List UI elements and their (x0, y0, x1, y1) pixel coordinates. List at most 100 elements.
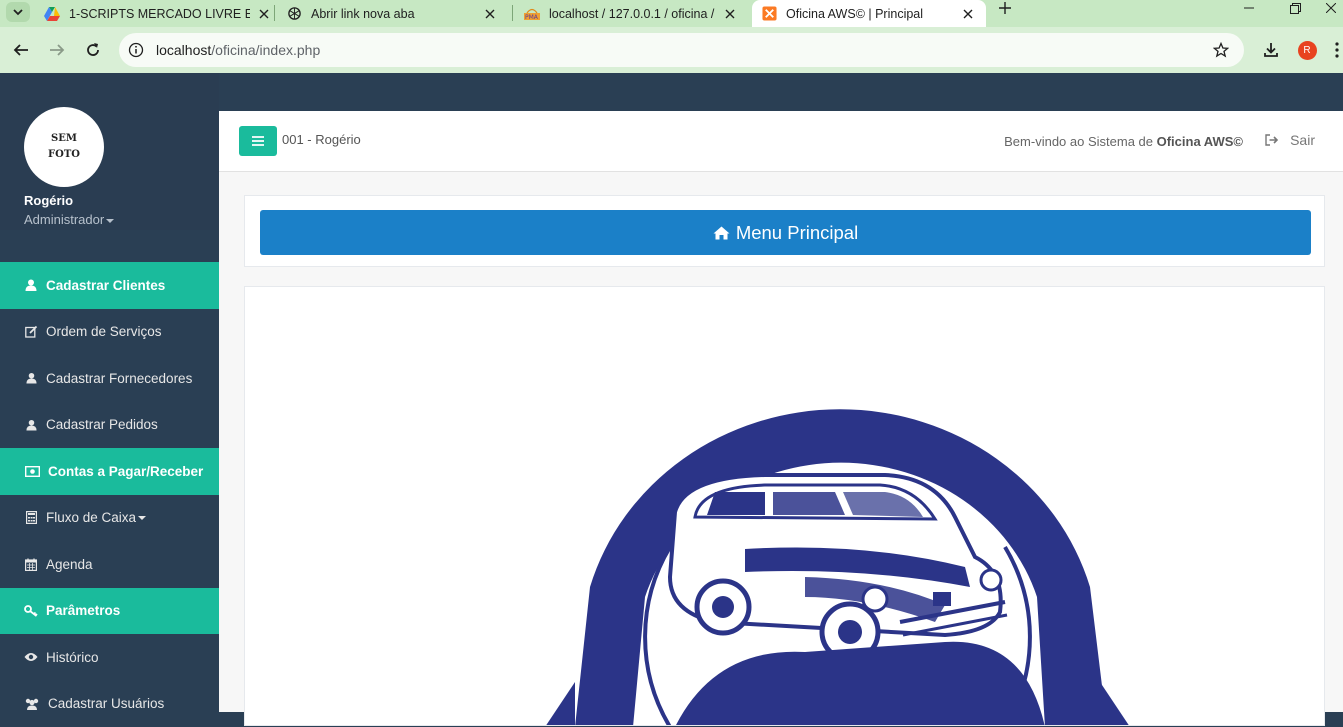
tab-separator (274, 5, 275, 21)
sidebar-item-agenda[interactable]: Agenda (0, 541, 219, 588)
mechanical-workshop-logo: MECHANICAL WORKSHOP (245, 287, 1325, 726)
money-icon (24, 464, 40, 478)
url-path: /oficina/index.php (211, 42, 320, 58)
welcome-text: Bem-vindo ao Sistema de Oficina AWS© (1004, 134, 1243, 149)
bookmark-star-icon[interactable] (1211, 40, 1231, 60)
tab-separator (512, 5, 513, 21)
eye-icon (24, 650, 38, 664)
calculator-icon (24, 511, 38, 525)
browser-tab-1[interactable]: 1-SCRIPTS MERCADO LIVRE EN (44, 0, 272, 27)
avatar: R (1298, 41, 1317, 60)
close-window-button[interactable] (1318, 0, 1343, 16)
address-bar[interactable]: localhost/oficina/index.php (119, 33, 1244, 67)
restore-icon (1290, 3, 1301, 14)
site-info-icon[interactable] (125, 39, 147, 61)
tab-search-button[interactable] (6, 2, 30, 22)
download-icon (1263, 42, 1279, 58)
browser-tab-2[interactable]: Abrir link nova aba (286, 0, 498, 27)
sidebar-item-parametros[interactable]: Parâmetros (0, 588, 219, 635)
profile-name: Rogério (24, 193, 73, 208)
app-container: SEM FOTO Rogério Administrador Cadastrar … (0, 73, 1343, 712)
profile-role: Administrador (24, 212, 104, 227)
profile-button[interactable]: R (1296, 39, 1318, 61)
caret-down-icon (138, 516, 146, 520)
sidebar-item-label: Agenda (46, 557, 93, 572)
url-text[interactable]: localhost/oficina/index.php (156, 42, 320, 58)
sidebar-item-label: Cadastrar Pedidos (46, 417, 158, 432)
forward-button[interactable] (46, 39, 68, 61)
avatar-text-line1: SEM (51, 133, 77, 144)
sidebar-item-label: Cadastrar Clientes (46, 278, 165, 293)
key-icon (24, 604, 38, 618)
sidebar-profile: SEM FOTO Rogério Administrador (0, 73, 219, 230)
sidebar-item-ordem-de-servicos[interactable]: Ordem de Serviços (0, 309, 219, 356)
caret-down-icon (106, 219, 114, 223)
avatar-text-line2: FOTO (48, 149, 80, 160)
menu-toggle-button[interactable] (239, 126, 277, 156)
sidebar-item-label: Ordem de Serviços (46, 324, 162, 339)
reload-icon (85, 42, 101, 58)
browser-tab-active[interactable]: Oficina AWS© | Principal (752, 0, 986, 27)
avatar: SEM FOTO (24, 107, 104, 187)
sidebar-item-cadastrar-clientes[interactable]: Cadastrar Clientes (0, 262, 219, 309)
user-code: 001 - Rogério (282, 132, 361, 147)
close-icon[interactable] (960, 6, 976, 22)
back-button[interactable] (10, 39, 32, 61)
edit-icon (24, 325, 38, 339)
arrow-left-icon (13, 42, 29, 58)
new-tab-button[interactable] (995, 0, 1015, 16)
logo-panel: MECHANICAL WORKSHOP (244, 286, 1325, 726)
logout-link[interactable]: Sair (1264, 132, 1315, 148)
users-icon (24, 697, 40, 711)
arrow-right-icon (49, 42, 65, 58)
sidebar-item-contas-a-pagar-receber[interactable]: Contas a Pagar/Receber (0, 448, 219, 495)
browser-toolbar: localhost/oficina/index.php R (0, 27, 1343, 73)
top-navbar: 001 - Rogério Bem-vindo ao Sistema de Of… (219, 111, 1343, 172)
menu-principal-button[interactable]: Menu Principal (260, 210, 1311, 255)
sidebar-item-label: Cadastrar Fornecedores (46, 371, 192, 386)
sidebar-item-label: Contas a Pagar/Receber (48, 464, 203, 479)
plus-icon (999, 2, 1011, 14)
phpmyadmin-icon: PMA (524, 6, 540, 22)
browser-tab-3[interactable]: PMA localhost / 127.0.0.1 / oficina / u (524, 0, 738, 27)
home-icon (713, 225, 731, 241)
menu-panel: Menu Principal (244, 195, 1325, 267)
logout-label: Sair (1290, 132, 1315, 148)
main-content: 001 - Rogério Bem-vindo ao Sistema de Of… (219, 73, 1343, 712)
sidebar-item-cadastrar-pedidos[interactable]: Cadastrar Pedidos (0, 402, 219, 449)
url-host: localhost (156, 42, 211, 58)
sidebar-item-historico[interactable]: Histórico (0, 634, 219, 681)
xampp-icon (761, 6, 777, 22)
sidebar-menu: Cadastrar Clientes Ordem de Serviços Cad… (0, 262, 219, 727)
tab-title: Oficina AWS© | Principal (786, 7, 954, 21)
sidebar-item-label: Fluxo de Caixa (46, 510, 136, 525)
sidebar-item-cadastrar-usuarios[interactable]: Cadastrar Usuários (0, 681, 219, 727)
svg-text:PMA: PMA (525, 14, 539, 20)
chevron-down-icon (13, 9, 23, 16)
minimize-button[interactable] (1226, 0, 1272, 16)
restore-button[interactable] (1272, 0, 1318, 16)
reload-button[interactable] (82, 39, 104, 61)
sidebar-item-label: Parâmetros (46, 603, 120, 618)
close-icon[interactable] (722, 6, 738, 22)
user-icon (24, 371, 38, 385)
top-bar (219, 73, 1343, 111)
browser-menu-button[interactable] (1330, 39, 1343, 61)
sidebar-item-label: Histórico (46, 650, 99, 665)
close-icon[interactable] (482, 6, 498, 22)
sidebar-item-label: Cadastrar Usuários (48, 696, 164, 711)
sidebar-item-cadastrar-fornecedores[interactable]: Cadastrar Fornecedores (0, 355, 219, 402)
openai-icon (286, 6, 302, 22)
profile-role-dropdown[interactable]: Administrador (24, 212, 114, 227)
downloads-button[interactable] (1260, 39, 1282, 61)
menu-principal-label: Menu Principal (736, 222, 858, 244)
browser-tab-strip: 1-SCRIPTS MERCADO LIVRE EN Abrir link no… (0, 0, 1343, 27)
tab-title: localhost / 127.0.0.1 / oficina / u (549, 7, 716, 21)
calendar-icon (24, 557, 38, 571)
sidebar-item-fluxo-de-caixa[interactable]: Fluxo de Caixa (0, 495, 219, 542)
kebab-menu-icon (1335, 42, 1339, 58)
close-icon (1326, 3, 1336, 13)
tab-title: 1-SCRIPTS MERCADO LIVRE EN (69, 7, 250, 21)
tab-title: Abrir link nova aba (311, 7, 476, 21)
close-icon[interactable] (256, 6, 272, 22)
